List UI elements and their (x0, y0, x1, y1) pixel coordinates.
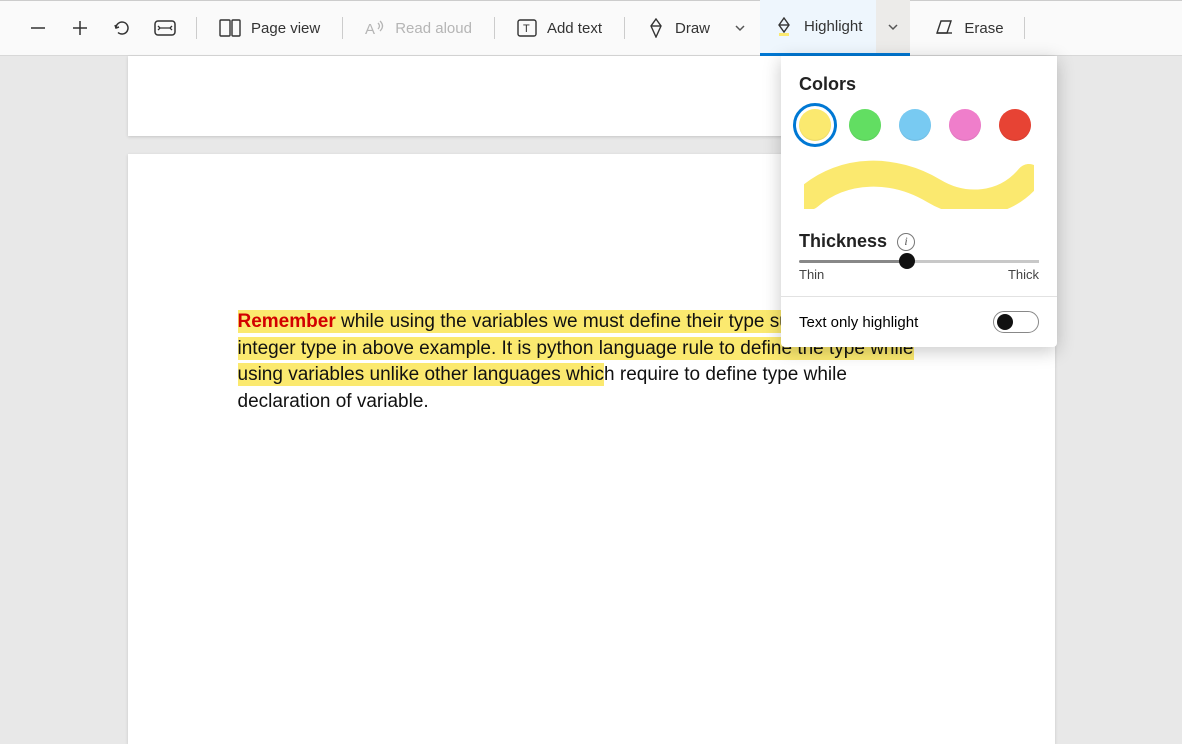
divider (1024, 17, 1025, 39)
erase-button[interactable]: Erase (924, 13, 1013, 43)
color-swatch-pink[interactable] (949, 109, 981, 141)
pdf-toolbar: Page view A Read aloud T Add text Draw H… (0, 0, 1182, 56)
highlight-options-popover: Colors Thickness i Thin Thick Text only … (781, 56, 1057, 347)
text-only-toggle[interactable] (993, 311, 1039, 333)
fit-page-button[interactable] (146, 13, 184, 43)
workspace: Remember while using the variables we mu… (0, 56, 1182, 743)
highlight-chevron-button[interactable] (876, 0, 910, 56)
page-view-button[interactable]: Page view (209, 13, 330, 43)
svg-text:T: T (523, 23, 530, 35)
highlight-button-group: Highlight (760, 0, 910, 56)
divider (494, 17, 495, 39)
info-icon[interactable]: i (897, 233, 915, 251)
chevron-down-icon (887, 21, 899, 33)
toggle-knob (997, 314, 1013, 330)
color-swatch-light-blue[interactable] (899, 109, 931, 141)
color-swatch-red[interactable] (999, 109, 1031, 141)
page-view-icon (219, 19, 241, 37)
divider (196, 17, 197, 39)
draw-button[interactable]: Draw (637, 12, 720, 44)
color-swatch-row (799, 109, 1039, 141)
divider (342, 17, 343, 39)
draw-label: Draw (675, 20, 710, 37)
highlight-button[interactable]: Highlight (760, 0, 876, 56)
pen-icon (647, 18, 665, 38)
stroke-preview (799, 159, 1039, 209)
color-swatch-yellow[interactable] (799, 109, 831, 141)
highlight-icon (774, 17, 794, 37)
separator (781, 296, 1057, 297)
highlight-label: Highlight (804, 18, 862, 35)
add-text-icon: T (517, 19, 537, 37)
draw-chevron-button[interactable] (726, 16, 754, 40)
thick-label: Thick (1008, 267, 1039, 282)
svg-text:A: A (365, 21, 375, 37)
thickness-slider[interactable] (799, 260, 1039, 263)
read-aloud-icon: A (365, 19, 385, 37)
text-only-label: Text only highlight (799, 314, 918, 331)
rotate-button[interactable] (104, 12, 140, 44)
doc-bold-word: Remember (238, 311, 336, 332)
read-aloud-button[interactable]: A Read aloud (355, 13, 482, 43)
zoom-out-button[interactable] (20, 12, 56, 44)
color-swatch-green[interactable] (849, 109, 881, 141)
thin-label: Thin (799, 267, 824, 282)
add-text-label: Add text (547, 20, 602, 37)
erase-label: Erase (964, 20, 1003, 37)
add-text-button[interactable]: T Add text (507, 13, 612, 43)
divider (624, 17, 625, 39)
page-view-label: Page view (251, 20, 320, 37)
erase-icon (934, 19, 954, 37)
colors-heading: Colors (799, 74, 1039, 95)
slider-thumb[interactable] (899, 253, 915, 269)
zoom-in-button[interactable] (62, 12, 98, 44)
chevron-down-icon (734, 22, 746, 34)
thickness-heading: Thickness (799, 231, 887, 252)
read-aloud-label: Read aloud (395, 20, 472, 37)
